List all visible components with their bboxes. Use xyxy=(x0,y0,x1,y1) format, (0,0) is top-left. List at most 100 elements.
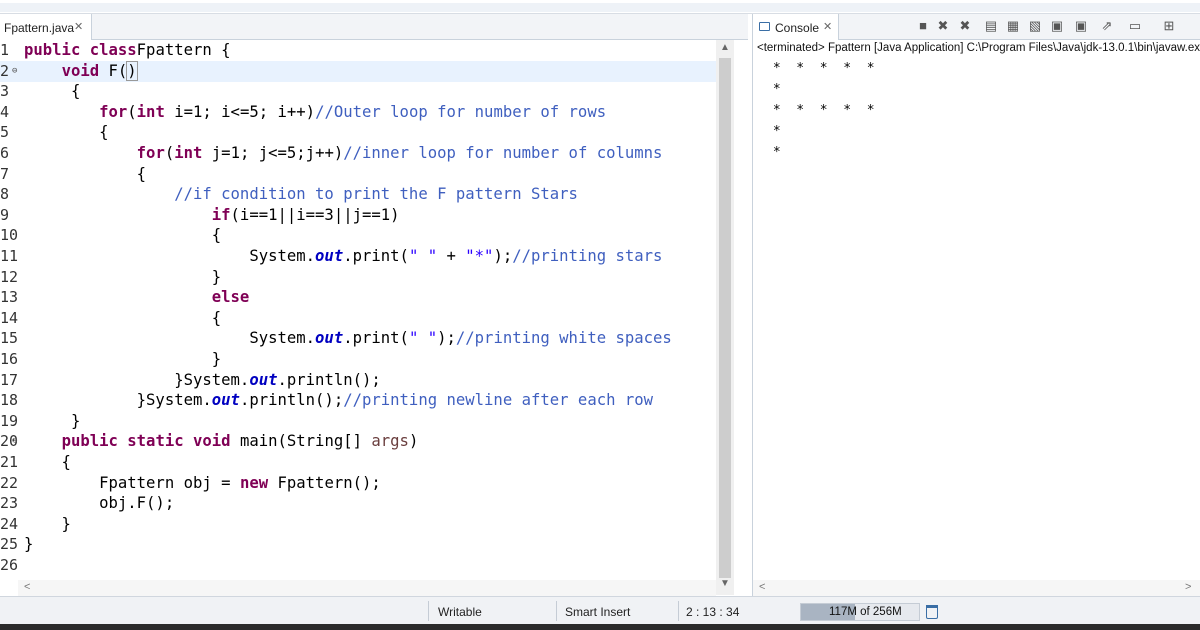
code-token: } xyxy=(24,411,81,430)
console-output[interactable]: * * * * * * * * * * * * * xyxy=(765,58,875,163)
code-token: Fpattern obj = xyxy=(24,473,240,492)
code-line[interactable]: 22 Fpattern obj = new Fpattern(); xyxy=(0,473,716,494)
tab-fpattern-java[interactable]: Fpattern.java ✕ xyxy=(0,14,92,40)
code-line[interactable]: 7 { xyxy=(0,164,716,185)
console-output-line: * xyxy=(765,82,781,97)
code-token: .println(); xyxy=(277,370,381,389)
cursor-position[interactable]: 2 : 13 : 34 xyxy=(686,605,739,619)
code-area[interactable]: 1 public classFpattern {2 ⊖ void F() 3 {4 f… xyxy=(0,40,716,582)
code-line[interactable]: 24 } xyxy=(0,514,716,535)
code-line[interactable]: 26 xyxy=(0,555,716,576)
code-line[interactable]: 9 if(i==1||i==3||j==1) xyxy=(0,205,716,226)
vertical-scrollbar[interactable]: ▲ ▼ xyxy=(716,40,734,595)
code-token: out xyxy=(249,370,278,389)
tab-console[interactable]: Console ✕ xyxy=(753,14,839,40)
console-icon xyxy=(759,22,770,31)
tab-label: Fpattern.java xyxy=(4,21,75,35)
code-token: //printing white spaces xyxy=(455,329,672,348)
scroll-lock-icon[interactable]: ▦ xyxy=(1005,18,1021,34)
code-line[interactable]: 1 public classFpattern { xyxy=(0,40,716,61)
code-line[interactable]: 20 ⊖ public static void main(String[] arg… xyxy=(0,431,716,452)
code-line[interactable]: 25} xyxy=(0,534,716,555)
heap-total: of 256M xyxy=(860,606,902,618)
scroll-up-icon[interactable]: ▲ xyxy=(720,42,730,53)
heap-used: 117M xyxy=(829,606,857,618)
horizontal-scrollbar[interactable]: < xyxy=(18,580,716,596)
code-line[interactable]: 2 ⊖ void F() xyxy=(0,60,716,82)
scrollbar-thumb[interactable] xyxy=(719,58,731,578)
fold-toggle-icon[interactable]: ⊖ xyxy=(12,61,17,82)
line-number: 4 xyxy=(0,102,10,121)
line-number: 18 xyxy=(0,391,19,410)
code-line[interactable]: 10 { xyxy=(0,225,716,246)
line-number: 7 xyxy=(0,164,10,183)
line-text: }System.out.println();//printing newline… xyxy=(24,390,653,411)
heap-status[interactable]: 117M of 256M xyxy=(800,603,920,621)
fold-toggle-icon[interactable]: ⊖ xyxy=(12,431,17,452)
line-text: public classFpattern { xyxy=(24,40,231,61)
clear-console-icon[interactable]: ▤ xyxy=(983,18,999,34)
open-console-icon[interactable]: ⊞ xyxy=(1161,18,1177,34)
close-icon[interactable]: ✕ xyxy=(74,20,83,33)
code-line[interactable]: 15 System.out.print(" ");//printing whit… xyxy=(0,328,716,349)
code-line[interactable]: 14 { xyxy=(0,308,716,329)
console-output-line: * xyxy=(765,124,781,139)
line-number: 25 xyxy=(0,535,19,554)
code-token: " " xyxy=(408,329,438,348)
code-line[interactable]: 5 { xyxy=(0,122,716,143)
line-text: } xyxy=(24,267,221,288)
remove-launch-icon[interactable]: ✖ xyxy=(935,18,951,34)
line-number: 15 xyxy=(0,329,19,348)
remove-all-icon[interactable]: ✖ xyxy=(957,18,973,34)
code-line[interactable]: 12 } xyxy=(0,267,716,288)
code-line[interactable]: 17 }System.out.println(); xyxy=(0,370,716,391)
garbage-collect-icon[interactable] xyxy=(926,605,938,619)
code-line[interactable]: 13 else xyxy=(0,287,716,308)
display-selected-console-icon[interactable]: ▭ xyxy=(1127,18,1143,34)
code-token: Fpattern { xyxy=(136,41,231,59)
code-line[interactable]: 3 { xyxy=(0,81,716,102)
code-token: .print( xyxy=(343,247,409,265)
line-number: 14 xyxy=(0,308,19,327)
terminate-icon[interactable]: ■ xyxy=(915,18,931,34)
code-line[interactable]: 21 { xyxy=(0,452,716,473)
scroll-left-icon[interactable]: < xyxy=(24,581,30,593)
line-text: Fpattern obj = new Fpattern(); xyxy=(24,473,381,494)
code-token: " " xyxy=(408,247,438,265)
code-token: for xyxy=(136,144,165,162)
line-number: 5 xyxy=(0,123,10,142)
word-wrap-icon[interactable]: ▧ xyxy=(1027,18,1043,34)
code-line[interactable]: 4 for(int i=1; i<=5; i++)//Outer loop fo… xyxy=(0,102,716,123)
code-line[interactable]: 23 obj.F(); xyxy=(0,493,716,514)
code-line[interactable]: 16 } xyxy=(0,349,716,370)
code-line[interactable]: 18 }System.out.println();//printing newl… xyxy=(0,390,716,411)
code-line[interactable]: 19 } xyxy=(0,411,716,432)
scroll-down-icon[interactable]: ▼ xyxy=(720,578,730,589)
line-text: { xyxy=(24,452,71,473)
show-on-error-icon[interactable]: ▣ xyxy=(1073,18,1089,34)
code-token: Fpattern(); xyxy=(268,473,381,492)
code-line[interactable]: 8 //if condition to print the F pattern … xyxy=(0,184,716,205)
scroll-left-icon[interactable]: < xyxy=(759,581,765,593)
code-token: "*" xyxy=(465,247,494,265)
code-line[interactable]: 6 for(int j=1; j<=5;j++)//inner loop for… xyxy=(0,143,716,164)
code-token: { xyxy=(24,226,222,245)
code-token: ) xyxy=(126,60,138,81)
pin-console-icon[interactable]: ⇗ xyxy=(1099,18,1115,34)
console-status: <terminated> Fpattern [Java Application]… xyxy=(757,42,1200,54)
show-on-output-icon[interactable]: ▣ xyxy=(1049,18,1065,34)
line-number: 23 xyxy=(0,494,19,513)
line-number: 13 xyxy=(0,288,19,307)
code-token: ); xyxy=(493,247,513,265)
line-number: 1 xyxy=(0,41,10,59)
line-number: 8 xyxy=(0,185,10,204)
scroll-right-icon[interactable]: > xyxy=(1185,581,1191,593)
console-horizontal-scrollbar[interactable]: < > xyxy=(753,580,1200,596)
code-token: void xyxy=(61,61,100,80)
close-icon[interactable]: ✕ xyxy=(823,20,832,33)
insert-mode-status[interactable]: Smart Insert xyxy=(565,605,630,619)
code-line[interactable]: 11 System.out.print(" " + "*");//printin… xyxy=(0,246,716,267)
code-token: (i==1||i==3||j==1) xyxy=(230,205,400,224)
